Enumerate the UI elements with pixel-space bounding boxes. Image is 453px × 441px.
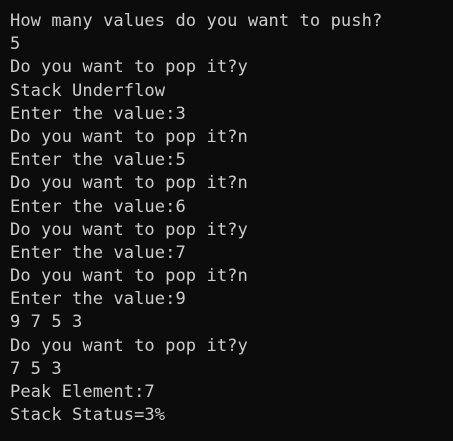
terminal-output: How many values do you want to push? 5 D… <box>10 10 453 427</box>
output-line-prompt-count: How many values do you want to push? <box>10 11 383 31</box>
output-line-stack-contents: 7 5 3 <box>10 358 62 379</box>
output-line-enter-value: Enter the value:7 <box>10 242 186 263</box>
output-line-pop-prompt: Do you want to pop it?y <box>10 335 248 356</box>
output-line-underflow: Stack Underflow <box>10 80 166 101</box>
output-line-enter-value: Enter the value:5 <box>10 150 186 171</box>
output-line-stack-status: Stack Status=3% <box>10 405 166 426</box>
output-line-peak-element: Peak Element:7 <box>10 382 155 402</box>
output-line-pop-prompt: Do you want to pop it?y <box>10 57 248 78</box>
output-line-pop-prompt: Do you want to pop it?n <box>10 173 248 194</box>
output-line-enter-value: Enter the value:6 <box>10 196 186 217</box>
output-line-pop-prompt: Do you want to pop it?n <box>10 266 248 287</box>
output-line-pop-prompt: Do you want to pop it?y <box>10 219 248 240</box>
output-line-stack-contents: 9 7 5 3 <box>10 312 83 333</box>
terminal-window[interactable]: How many values do you want to push? 5 D… <box>0 0 453 441</box>
output-line-input-count: 5 <box>10 34 21 55</box>
output-line-pop-prompt: Do you want to pop it?n <box>10 126 248 147</box>
output-line-enter-value: Enter the value:9 <box>10 289 186 310</box>
output-line-enter-value: Enter the value:3 <box>10 103 186 124</box>
